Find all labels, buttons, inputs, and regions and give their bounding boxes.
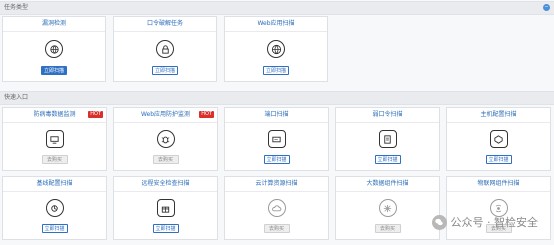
hot-badge: HOT xyxy=(199,111,214,118)
watermark-text: 公众号 · 智检安全 xyxy=(450,216,539,229)
card-title: Web应用扫描 xyxy=(225,17,327,32)
host-config-icon xyxy=(489,130,508,148)
start-scan-button[interactable]: 立即扫描 xyxy=(41,224,68,233)
card-title: 主机配置扫描 xyxy=(447,108,550,123)
scan-card-web: Web应用扫描 立即扫描 xyxy=(224,16,328,82)
scan-card-vuln: 漏洞检测 立即扫描 xyxy=(2,16,106,82)
buy-button[interactable]: 去购买 xyxy=(374,224,401,233)
password-doc-icon xyxy=(378,130,397,148)
start-scan-button[interactable]: 立即扫描 xyxy=(152,224,179,233)
card-title: 口令破解任务 xyxy=(114,17,216,32)
card-title: 远程安全检查扫描 xyxy=(114,177,217,192)
start-scan-button[interactable]: 立即扫描 xyxy=(41,66,67,75)
wechat-logo-icon xyxy=(431,214,447,230)
section-title: 快速入口 xyxy=(4,94,29,101)
buy-button[interactable]: 去购买 xyxy=(152,155,179,164)
quick-card-big-data: 大数据组件扫描 去购买 xyxy=(335,176,440,240)
shield-monitor-icon xyxy=(45,130,64,148)
start-scan-button[interactable]: 立即扫描 xyxy=(374,155,401,164)
quick-card-weak-password: 弱口令扫描 立即扫描 xyxy=(335,107,440,171)
collapse-icon[interactable]: − xyxy=(543,4,550,11)
globe-shield-icon xyxy=(45,40,63,58)
card-title: 基线配置扫描 xyxy=(3,177,106,192)
section-header-quick-entry: 快速入口 xyxy=(0,91,554,105)
start-scan-button[interactable]: 立即扫描 xyxy=(152,66,178,75)
quick-card-antivirus: 防病毒数据监测 HOT 去购买 xyxy=(2,107,107,171)
start-scan-button[interactable]: 立即扫描 xyxy=(485,155,512,164)
buy-button[interactable]: 去购买 xyxy=(263,224,290,233)
section-header-scan-types: 任务类型 − xyxy=(0,1,554,15)
wechat-watermark: 公众号 · 智检安全 xyxy=(431,212,539,232)
card-title: 物联网组件扫描 xyxy=(447,177,550,192)
quick-card-port: 端口扫描 立即扫描 xyxy=(224,107,329,171)
section-title: 任务类型 xyxy=(4,4,29,11)
buy-button[interactable]: 去购买 xyxy=(41,155,68,164)
port-icon xyxy=(267,130,286,148)
hot-badge: HOT xyxy=(88,111,103,118)
bug-icon xyxy=(156,130,175,148)
start-scan-button[interactable]: 立即扫描 xyxy=(263,155,290,164)
scan-card-password: 口令破解任务 立即扫描 xyxy=(113,16,217,82)
start-scan-button[interactable]: 立即扫描 xyxy=(263,66,289,75)
cloud-icon xyxy=(267,199,286,217)
card-title: 大数据组件扫描 xyxy=(336,177,439,192)
baseline-icon xyxy=(45,199,64,217)
quick-card-baseline: 基线配置扫描 立即扫描 xyxy=(2,176,107,240)
quick-card-waf: Web应用防护监测 HOT 去购买 xyxy=(113,107,218,171)
big-data-icon xyxy=(378,199,397,217)
card-title: 端口扫描 xyxy=(225,108,328,123)
card-title: 弱口令扫描 xyxy=(336,108,439,123)
lock-icon xyxy=(156,40,174,58)
quick-card-host-config: 主机配置扫描 立即扫描 xyxy=(446,107,551,171)
globe-icon xyxy=(267,40,285,58)
gift-box-icon xyxy=(156,199,175,217)
quick-card-cloud: 云计算资源扫描 去购买 xyxy=(224,176,329,240)
quick-card-remote-check: 远程安全检查扫描 立即扫描 xyxy=(113,176,218,240)
card-title: 漏洞检测 xyxy=(3,17,105,32)
card-title: 云计算资源扫描 xyxy=(225,177,328,192)
